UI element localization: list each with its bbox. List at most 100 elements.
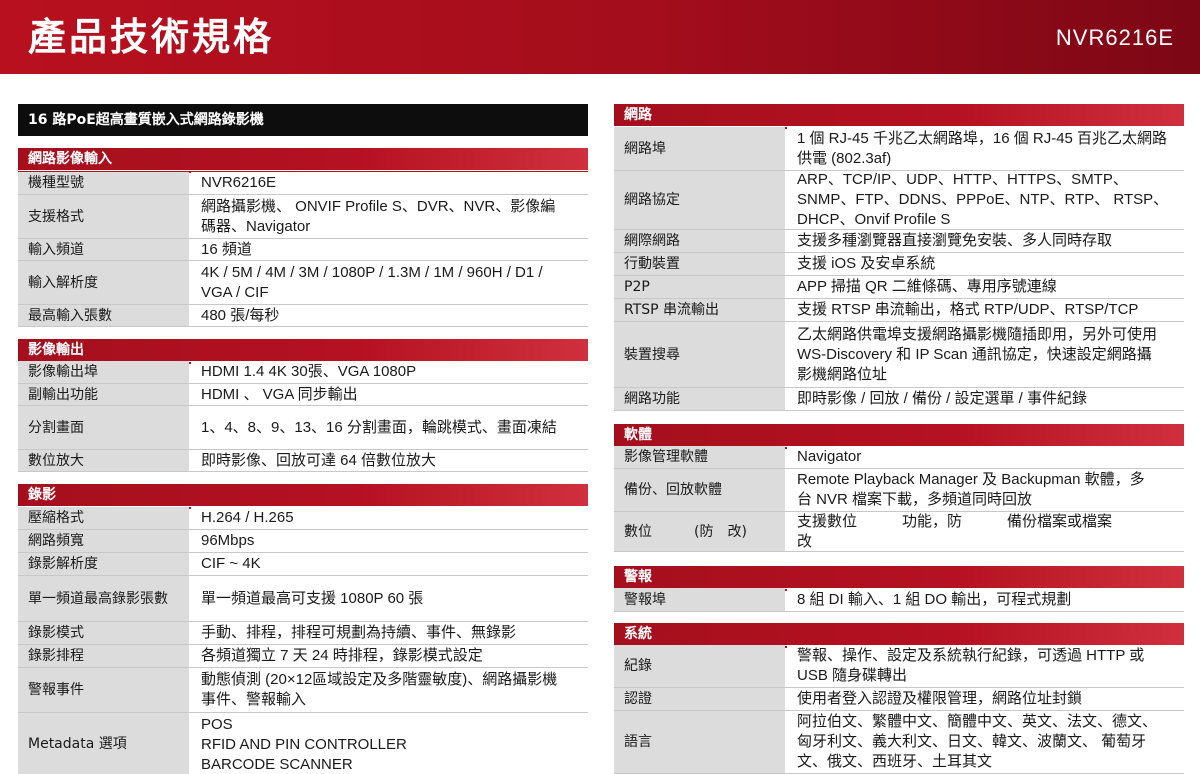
spec-value-line: 網路攝影機、 ONVIF Profile S、DVR、NVR、影像編 [201, 197, 556, 215]
spec-value-line: 事件、警報輸入 [201, 691, 307, 708]
spec-value-line: 碼器、Navigator [201, 217, 311, 235]
spec-value-line: 8 組 DI 輸入、1 組 DO 輸出，可程式規劃 [797, 590, 1072, 608]
spec-value-line: 支援多種瀏覽器直接瀏覽免安裝、多人同時存取 [797, 232, 1113, 249]
spec-value: ARP、TCP/IP、UDP、HTTP、HTTPS、SMTP、 SNMP、FTP、… [787, 171, 1184, 229]
spec-value: 支援 iOS 及安卓系統 [787, 253, 1184, 275]
spec-value: Remote Playback Manager 及 Backupman 軟體，多… [787, 469, 1184, 511]
spec-label: 網路協定 [614, 171, 785, 229]
spec-row: 數位放大 即時影像、回放可達 64 倍數位放大 [18, 450, 588, 472]
spec-value-line: APP 掃描 QR 二維條碼、專用序號連線 [797, 278, 1057, 295]
section-header: 警報 [614, 566, 1184, 591]
spec-value-line: Navigator [797, 448, 862, 465]
spec-value: 網路攝影機、 ONVIF Profile S、DVR、NVR、影像編 碼器、Nav… [191, 195, 588, 238]
spec-row: 警報事件 動態偵測 (20×12區域設定及多階靈敏度)、網路攝影機 事件、警報輸入 [18, 668, 588, 713]
spec-value-line: 各頻道獨立 7 天 24 時排程，錄影模式設定 [201, 647, 483, 664]
spec-value: 96Mbps [191, 530, 588, 552]
spec-value: CIF ~ 4K [191, 553, 588, 575]
spec-value-line: VGA / CIF [201, 283, 269, 301]
spec-row: 單一頻道最高錄影張數 單一頻道最高可支援 1080P 60 張 [18, 576, 588, 622]
spec-row: 網際網路 支援多種瀏覽器直接瀏覽免安裝、多人同時存取 [614, 230, 1184, 253]
spec-value-line: 支援 RTSP 串流輸出，格式 RTP/UDP、RTSP/TCP [797, 301, 1139, 318]
spec-value: 8 組 DI 輸入、1 組 DO 輸出，可程式規劃 [787, 588, 1184, 611]
spec-row: 錄影解析度 CIF ~ 4K [18, 553, 588, 576]
spec-row: 網路協定 ARP、TCP/IP、UDP、HTTP、HTTPS、SMTP、 SNMP、… [614, 171, 1184, 230]
spec-row: 紀錄 警報、操作、設定及系統執行紀錄，可透過 HTTP 或 USB 隨身碟轉出 [614, 645, 1184, 688]
spec-row: 網路埠 1 個 RJ-45 千兆乙太網路埠，16 個 RJ-45 百兆乙太網路 供電… [614, 127, 1184, 171]
spec-row: 輸入頻道 16 頻道 [18, 239, 588, 261]
spec-value: 動態偵測 (20×12區域設定及多階靈敏度)、網路攝影機 事件、警報輸入 [191, 668, 588, 712]
spec-value: 各頻道獨立 7 天 24 時排程，錄影模式設定 [191, 645, 588, 667]
spec-value-line: RFID AND PIN CONTROLLER [201, 736, 407, 753]
spec-value-line: 1、4、8、9、13、16 分割畫面，輪跳模式、畫面凍結 [201, 418, 557, 436]
spec-value-line: WS-Discovery 和 IP Scan 通訊協定，快速設定網路攝 [797, 345, 1152, 363]
spec-label: 輸入頻道 [18, 239, 189, 260]
spec-label: 最高輸入張數 [18, 305, 189, 326]
spec-value-line: 即時影像、回放可達 64 倍數位放大 [201, 451, 437, 469]
spec-value-line: 動態偵測 (20×12區域設定及多階靈敏度)、網路攝影機 [201, 671, 558, 688]
spec-value-line: 乙太網路供電埠支援網路攝影機隨插即用，另外可使用 [797, 325, 1158, 343]
spec-row: 分割畫面 1、4、8、9、13、16 分割畫面，輪跳模式、畫面凍結 [18, 406, 588, 450]
spec-label: 警報事件 [18, 668, 189, 712]
spec-value-line: H.264 / H.265 [201, 509, 294, 526]
spec-value-line: CIF ~ 4K [201, 555, 261, 572]
spec-label: 網路頻寬 [18, 530, 189, 552]
spec-value-line: NVR6216E [201, 174, 277, 191]
spec-value-line: 匈牙利文、義大利文、日文、韓文、波蘭文、 葡萄牙 [797, 733, 1147, 750]
spec-row: 警報埠 8 組 DI 輸入、1 組 DO 輸出，可程式規劃 [614, 588, 1184, 612]
spec-value-line: HDMI 1.4 4K 30張、VGA 1080P [201, 363, 417, 380]
spec-row: 副輸出功能 HDMI 、 VGA 同步輸出 [18, 384, 588, 406]
spec-label: 警報埠 [614, 588, 785, 611]
spec-row: 輸入解析度 4K / 5M / 4M / 3M / 1080P / 1.3M / … [18, 261, 588, 305]
spec-row: P2P APP 掃描 QR 二維條碼、專用序號連線 [614, 276, 1184, 299]
section-header: 網路 [614, 104, 1184, 129]
spec-value-line: USB 隨身碟轉出 [797, 667, 908, 684]
spec-value-line: 手動、排程，排程可規劃為持續、事件、無錄影 [201, 624, 517, 641]
spec-row: RTSP 串流輸出 支援 RTSP 串流輸出，格式 RTP/UDP、RTSP/TC… [614, 299, 1184, 322]
spec-label: 錄影模式 [18, 622, 189, 644]
spec-label: 紀錄 [614, 645, 785, 687]
spec-label: 分割畫面 [18, 406, 189, 449]
spec-label: 壓縮格式 [18, 507, 189, 529]
section-header: 影像輸出 [18, 339, 588, 364]
spec-value: 1、4、8、9、13、16 分割畫面，輪跳模式、畫面凍結 [191, 406, 588, 449]
spec-label: 網路埠 [614, 127, 785, 170]
spec-row: 影像輸出埠 HDMI 1.4 4K 30張、VGA 1080P [18, 361, 588, 384]
spec-label: 影像管理軟體 [614, 446, 785, 468]
section-header: 錄影 [18, 484, 588, 509]
spec-value: 支援多種瀏覽器直接瀏覽免安裝、多人同時存取 [787, 230, 1184, 252]
spec-value-line: 影機網路位址 [797, 365, 888, 383]
spec-label: 備份、回放軟體 [614, 469, 785, 511]
spec-value-line: 使用者登入認證及權限管理，網路位址封鎖 [797, 690, 1083, 707]
spec-label: 副輸出功能 [18, 384, 189, 405]
spec-value: 單一頻道最高可支援 1080P 60 張 [191, 576, 588, 621]
spec-label: 網路功能 [614, 388, 785, 410]
spec-label: 行動裝置 [614, 253, 785, 275]
spec-label: P2P [614, 276, 785, 298]
model-number: NVR6216E [1055, 25, 1174, 50]
spec-value: 即時影像、回放可達 64 倍數位放大 [191, 450, 588, 471]
spec-value-line: BARCODE SCANNER [201, 756, 353, 773]
spec-row: 錄影排程 各頻道獨立 7 天 24 時排程，錄影模式設定 [18, 645, 588, 668]
spec-label: 支援格式 [18, 195, 189, 238]
spec-value: Navigator [787, 446, 1184, 468]
spec-label: 語言 [614, 711, 785, 773]
spec-label: 錄影排程 [18, 645, 189, 667]
spec-value-line: 4K / 5M / 4M / 3M / 1080P / 1.3M / 1M / … [201, 263, 543, 281]
spec-row: 語言 阿拉伯文、繁體中文、簡體中文、英文、法文、德文、 匈牙利文、義大利文、日文、韓… [614, 711, 1184, 774]
spec-row: 支援格式 網路攝影機、 ONVIF Profile S、DVR、NVR、影像編 碼器… [18, 195, 588, 239]
spec-label: 裝置搜尋 [614, 322, 785, 387]
page-title: 產品技術規格 [28, 15, 275, 59]
spec-value-line: 單一頻道最高可支援 1080P 60 張 [201, 589, 424, 607]
spec-value: 支援數位 功能，防 備份檔案或檔案改 [787, 512, 1184, 551]
spec-value: 1 個 RJ-45 千兆乙太網路埠，16 個 RJ-45 百兆乙太網路 供電 (8… [787, 127, 1184, 170]
spec-label: 機種型號 [18, 172, 189, 194]
spec-label: Metadata 選項 [18, 713, 189, 774]
spec-value: POS RFID AND PIN CONTROLLER BARCODE SCANNE… [191, 713, 588, 774]
spec-value-line: ARP、TCP/IP、UDP、HTTP、HTTPS、SMTP、 [797, 171, 1128, 188]
product-header: 16 路PoE超高畫質嵌入式網路錄影機 [18, 104, 588, 136]
spec-value: APP 掃描 QR 二維條碼、專用序號連線 [787, 276, 1184, 298]
spec-value-line: 1 個 RJ-45 千兆乙太網路埠，16 個 RJ-45 百兆乙太網路 [797, 129, 1168, 147]
spec-value: 4K / 5M / 4M / 3M / 1080P / 1.3M / 1M / … [191, 261, 588, 304]
spec-value: 警報、操作、設定及系統執行紀錄，可透過 HTTP 或 USB 隨身碟轉出 [787, 645, 1184, 687]
spec-label: 數位 (防 改) [614, 512, 785, 551]
